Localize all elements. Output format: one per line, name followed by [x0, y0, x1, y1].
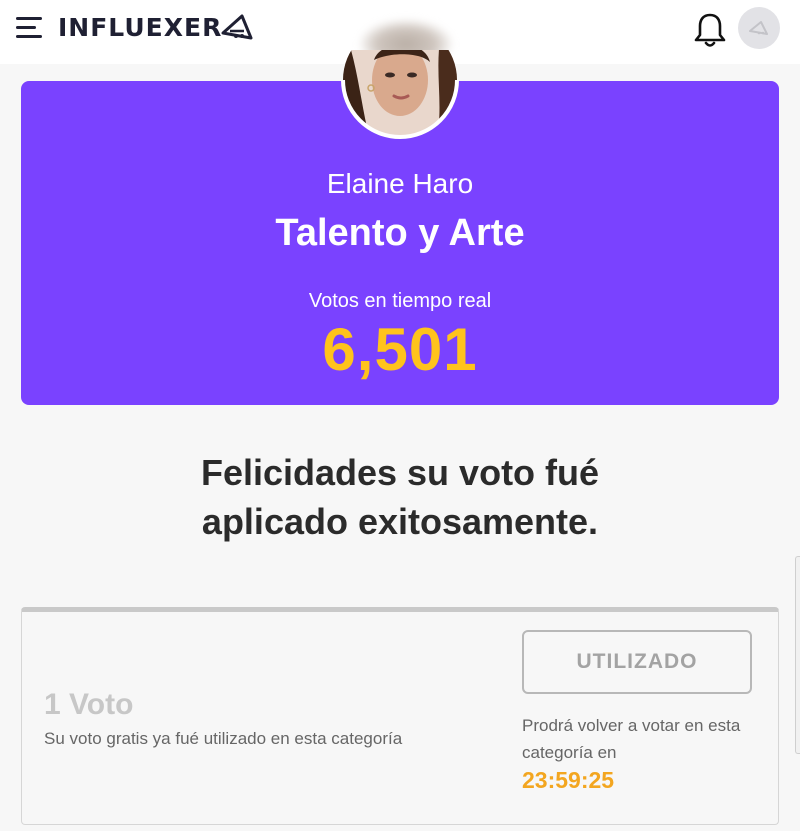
used-vote-button[interactable]: UTILIZADO: [522, 630, 752, 694]
vote-description: Su voto gratis ya fué utilizado en esta …: [44, 729, 403, 748]
retry-info-text: Prodrá volver a votar en esta categoría …: [522, 716, 741, 762]
vote-title: 1 Voto: [44, 688, 134, 721]
category-title: Talento y Arte: [275, 212, 525, 254]
hamburger-menu-icon[interactable]: [14, 14, 44, 42]
success-message-line-2: aplicado exitosamente.: [201, 501, 599, 542]
user-avatar-icon: [749, 21, 768, 35]
vote-card: 1 Voto Su voto gratis ya fué utilizado e…: [21, 607, 779, 825]
user-avatar-button[interactable]: [738, 7, 780, 49]
app-logo[interactable]: INFLUEXER: [58, 10, 254, 46]
votes-label: Votos en tiempo real: [308, 290, 492, 312]
side-scroll-handle[interactable]: [795, 556, 800, 754]
logo-text: INFLUEXER: [58, 13, 223, 42]
megaphone-logo-icon: [221, 14, 253, 40]
profile-photo: [341, 50, 459, 139]
countdown-timer: 23:59:25: [522, 767, 615, 793]
success-message-line-1: Felicidades su voto fué: [200, 452, 600, 493]
notification-bell-icon[interactable]: [692, 11, 728, 49]
votes-count: 6,501: [322, 316, 478, 383]
success-message: Felicidades su voto fué aplicado exitosa…: [100, 448, 700, 546]
candidate-name: Elaine Haro: [326, 168, 474, 199]
